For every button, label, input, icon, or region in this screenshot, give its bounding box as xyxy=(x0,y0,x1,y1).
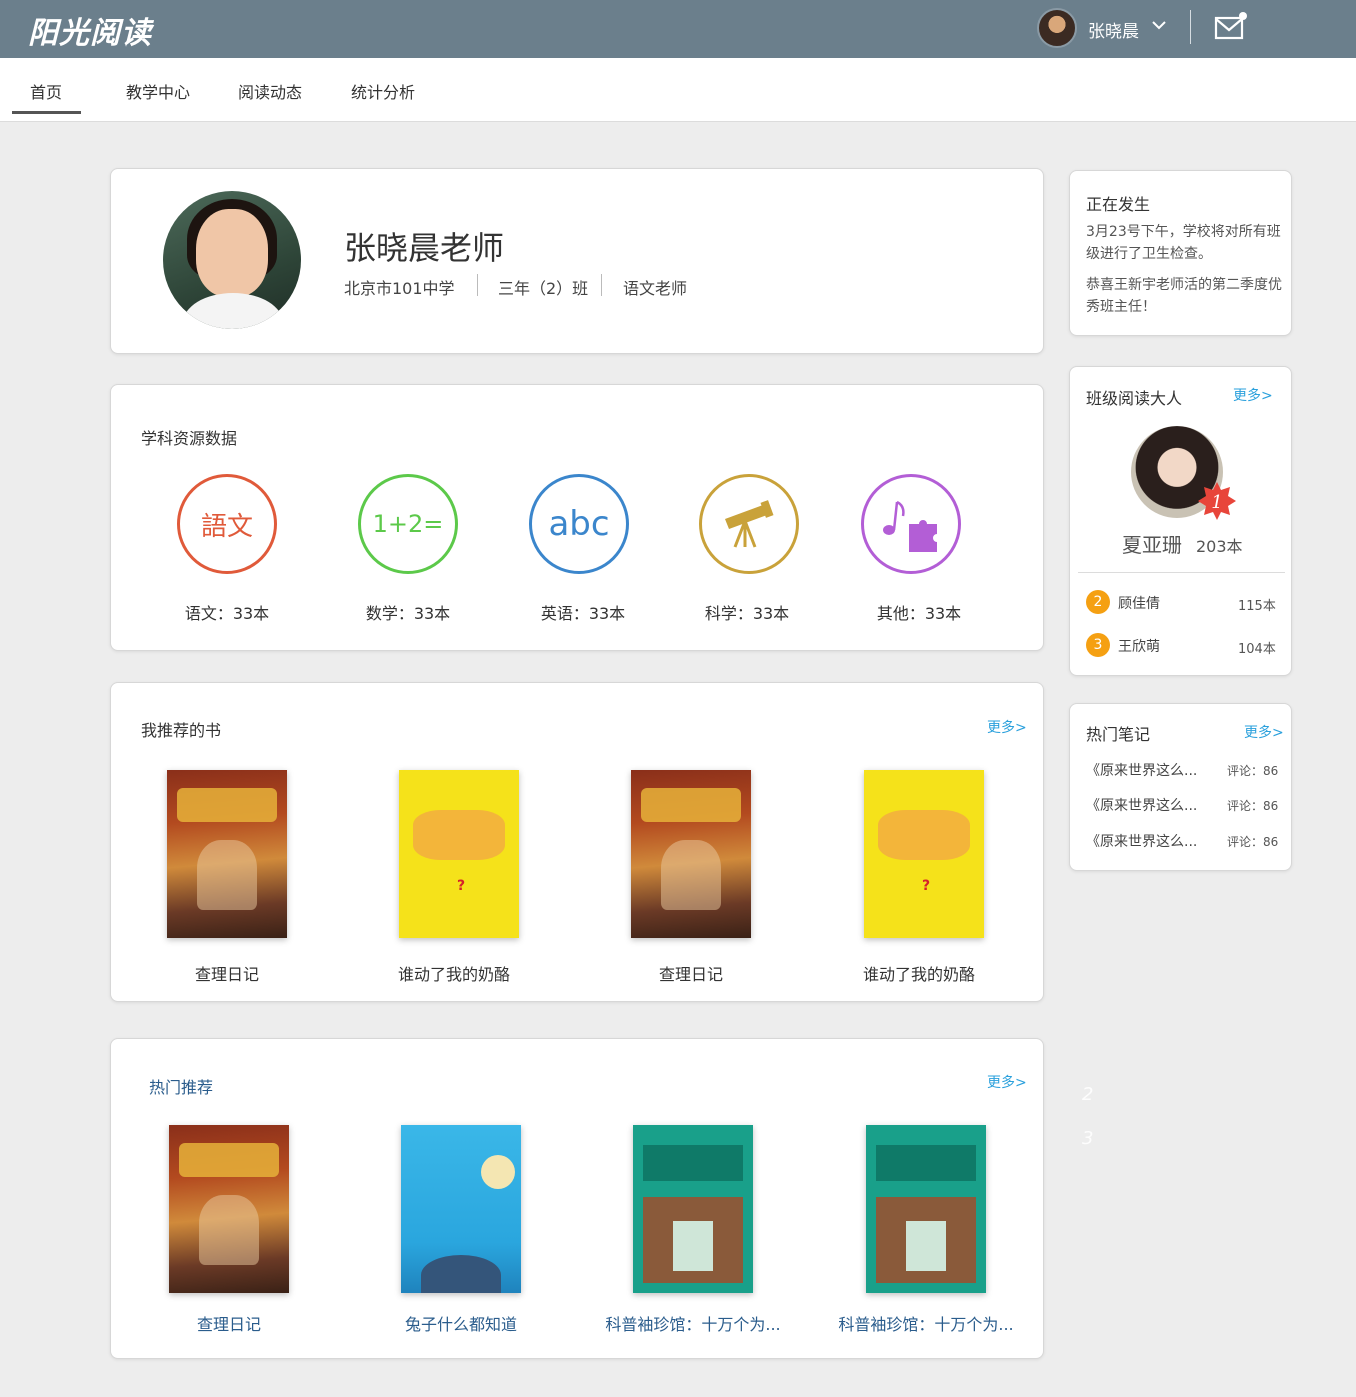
top-reader-count: 203本 xyxy=(1196,537,1243,556)
teacher-role: 语文老师 xyxy=(623,279,688,298)
subject-resources-title: 学科资源数据 xyxy=(141,429,238,448)
active-tab-indicator xyxy=(12,111,81,114)
rank-badge: 3 xyxy=(1086,633,1110,657)
tab-home[interactable]: 首页 xyxy=(30,79,62,103)
note-comment-count: 评论：86 xyxy=(1227,835,1279,849)
tab-reading-activity[interactable]: 阅读动态 xyxy=(238,79,302,103)
happening-item[interactable]: 恭喜王新宇老师活的第二季度优秀班主任！ xyxy=(1086,274,1286,318)
meta-divider xyxy=(601,274,602,296)
teacher-photo xyxy=(163,191,301,329)
english-icon[interactable]: abc xyxy=(529,474,629,574)
book-title[interactable]: 科普袖珍馆：十万个为... xyxy=(593,1311,793,1335)
user-name[interactable]: 张晓晨 xyxy=(1088,17,1139,42)
reader-count: 104本 xyxy=(1238,642,1276,657)
book-title[interactable]: 查理日记 xyxy=(591,961,791,985)
happening-now-title: 正在发生 xyxy=(1086,195,1151,214)
subject-resources-card: 学科资源数据 語文 语文：33本 1+2= 数学：33本 abc 英语：33本 … xyxy=(110,384,1044,651)
main-nav: 首页 教学中心 阅读动态 统计分析 xyxy=(0,58,1356,122)
tab-statistics[interactable]: 统计分析 xyxy=(351,79,415,103)
class-reader-more-link[interactable]: 更多> xyxy=(1233,385,1273,405)
my-recommended-title: 我推荐的书 xyxy=(141,721,222,740)
popular-recommend-more-link[interactable]: 更多> xyxy=(987,1072,1027,1092)
book-cover-who-moved-my-cheese[interactable]: ? xyxy=(864,770,984,938)
music-puzzle-icon[interactable] xyxy=(861,474,961,574)
header-divider xyxy=(1190,10,1191,44)
chinese-seal-icon[interactable]: 語文 xyxy=(177,474,277,574)
svg-text:1: 1 xyxy=(1211,492,1222,513)
top-reader-name[interactable]: 夏亚珊 xyxy=(1122,529,1182,558)
book-title[interactable]: 谁动了我的奶酪 xyxy=(354,961,554,985)
divider xyxy=(1078,572,1285,573)
my-recommended-card: 我推荐的书 更多> 查理日记 ? 谁动了我的奶酪 查理日记 ? 谁动了我的奶酪 xyxy=(110,682,1044,1002)
subject-label-chinese: 语文：33本 xyxy=(184,604,270,623)
math-icon[interactable]: 1+2= xyxy=(358,474,458,574)
book-cover-charlie-diary[interactable] xyxy=(169,1125,289,1293)
book-cover-who-moved-my-cheese[interactable]: ? xyxy=(399,770,519,938)
meta-divider xyxy=(477,274,478,296)
hot-notes-more-link[interactable]: 更多> xyxy=(1244,722,1284,742)
popular-recommend-card: 热门推荐 更多> 查理日记 兔子什么都知道 科普袖珍馆：十万个为... 科普袖珍… xyxy=(110,1038,1044,1359)
book-cover-charlie-diary[interactable] xyxy=(631,770,751,938)
book-title[interactable]: 查理日记 xyxy=(127,961,327,985)
teacher-class: 三年（2）班 xyxy=(498,279,589,298)
chevron-down-icon[interactable] xyxy=(1151,17,1167,33)
teacher-school: 北京市101中学 xyxy=(344,279,455,298)
book-title[interactable]: 兔子什么都知道 xyxy=(361,1311,561,1335)
rank-badge: 2 xyxy=(1086,590,1110,614)
user-avatar[interactable] xyxy=(1037,8,1077,48)
teacher-name: 张晓晨老师 xyxy=(344,229,505,267)
hot-notes-title: 热门笔记 xyxy=(1086,725,1151,744)
profile-card: 张晓晨老师 北京市101中学 三年（2）班 语文老师 xyxy=(110,168,1044,354)
book-title[interactable]: 查理日记 xyxy=(129,1311,329,1335)
stray-number: 3 xyxy=(1082,1128,1094,1149)
book-title[interactable]: 科普袖珍馆：十万个为... xyxy=(826,1311,1026,1335)
subject-label-other: 其他：33本 xyxy=(876,604,962,623)
happening-now-card: 正在发生 3月23号下午，学校将对所有班级进行了卫生检查。 恭喜王新宇老师活的第… xyxy=(1069,170,1292,336)
stray-number: 2 xyxy=(1082,1084,1094,1105)
book-cover-hundred-thousand-whys[interactable] xyxy=(866,1125,986,1293)
note-comment-count: 评论：86 xyxy=(1227,799,1279,813)
reader-count: 115本 xyxy=(1238,599,1276,614)
note-title[interactable]: 《原来世界这么... xyxy=(1086,760,1197,780)
book-title[interactable]: 谁动了我的奶酪 xyxy=(819,961,1019,985)
happening-item[interactable]: 3月23号下午，学校将对所有班级进行了卫生检查。 xyxy=(1086,221,1286,265)
book-cover-hundred-thousand-whys[interactable] xyxy=(633,1125,753,1293)
class-reader-card: 班级阅读大人 更多> 1 夏亚珊 203本 2 顾佳倩 115本 3 王欣萌 1… xyxy=(1069,366,1292,676)
app-logo[interactable]: 阳光阅读 xyxy=(28,8,152,52)
hot-notes-card: 热门笔记 更多> 《原来世界这么... 评论：86 《原来世界这么... 评论：… xyxy=(1069,703,1292,871)
tab-teaching-center[interactable]: 教学中心 xyxy=(126,79,190,103)
subject-label-math: 数学：33本 xyxy=(365,604,451,623)
telescope-icon[interactable] xyxy=(699,474,799,574)
subject-label-science: 科学：33本 xyxy=(704,604,790,623)
reader-name[interactable]: 王欣萌 xyxy=(1118,636,1160,656)
my-recommended-more-link[interactable]: 更多> xyxy=(987,717,1027,737)
note-comment-count: 评论：86 xyxy=(1227,764,1279,778)
mail-icon[interactable] xyxy=(1214,10,1248,42)
note-title[interactable]: 《原来世界这么... xyxy=(1086,831,1197,851)
note-title[interactable]: 《原来世界这么... xyxy=(1086,795,1197,815)
book-cover-rabbit-knows-everything[interactable] xyxy=(401,1125,521,1293)
class-reader-title: 班级阅读大人 xyxy=(1086,389,1183,408)
subject-label-english: 英语：33本 xyxy=(540,604,626,623)
reader-name[interactable]: 顾佳倩 xyxy=(1118,593,1160,613)
top-header: 阳光阅读 张晓晨 xyxy=(0,0,1356,58)
book-cover-charlie-diary[interactable] xyxy=(167,770,287,938)
rank-one-icon: 1 xyxy=(1198,482,1236,520)
popular-recommend-title: 热门推荐 xyxy=(149,1078,214,1097)
